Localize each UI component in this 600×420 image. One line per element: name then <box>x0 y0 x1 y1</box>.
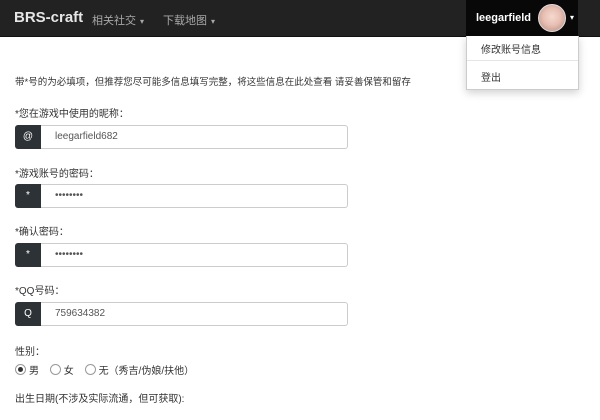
chevron-down-icon: ▾ <box>211 17 216 26</box>
birthday-label: 出生日期(不涉及实际流通，但可获取): <box>15 394 185 405</box>
username: leegarfield <box>476 12 532 24</box>
top-navbar: BRS-craft 相关社交 ▾ 下载地图 ▾ leegarfield ▾ <box>0 0 600 37</box>
brand-logo[interactable]: BRS-craft <box>14 9 83 26</box>
chevron-down-icon: ▾ <box>570 13 575 22</box>
gender-option-male[interactable]: 男 <box>15 362 39 377</box>
form-notice: 带*号的为必填项，但推荐您尽可能多信息填写完整，将这些信息在此处查看 请妥善保管… <box>15 77 411 88</box>
menu-divider <box>467 60 578 61</box>
nickname-input-group: @ leegarfield682 <box>15 125 348 149</box>
nickname-input[interactable]: leegarfield682 <box>41 125 348 149</box>
qq-icon: Q <box>15 302 41 326</box>
menu-item-logout[interactable]: 登出 <box>481 69 501 84</box>
gender-option-label: 男 <box>29 366 39 377</box>
qq-input-group: Q 759634382 <box>15 302 348 326</box>
radio-button[interactable] <box>84 364 96 375</box>
qq-input[interactable]: 759634382 <box>41 302 348 326</box>
gender-radio-group: 男 女 无（秀吉/伪娘/扶他） <box>15 362 202 377</box>
user-menu-toggle[interactable]: leegarfield ▾ <box>466 0 578 36</box>
chevron-down-icon: ▾ <box>140 17 145 26</box>
confirm-password-input[interactable]: •••••••• <box>41 243 348 267</box>
nav-menu-download-map[interactable]: 下载地图 ▾ <box>163 12 215 28</box>
password-input-group: * •••••••• <box>15 184 348 208</box>
confirm-password-label: *确认密码： <box>15 227 69 238</box>
user-dropdown-menu: 修改账号信息 登出 <box>466 36 579 90</box>
password-input[interactable]: •••••••• <box>41 184 348 208</box>
gender-option-label: 女 <box>63 366 74 377</box>
avatar <box>538 4 566 32</box>
gender-option-none[interactable]: 无（秀吉/伪娘/扶他） <box>84 362 195 377</box>
radio-button[interactable] <box>49 364 61 375</box>
password-label: *游戏账号的密码： <box>15 169 99 180</box>
asterisk-icon: * <box>15 243 41 267</box>
nav-menu-download-map-label: 下载地图 <box>163 15 207 27</box>
radio-button[interactable] <box>15 364 26 375</box>
nickname-label: *您在游戏中使用的昵称： <box>15 109 129 120</box>
gender-option-label: 无（秀吉/伪娘/扶他） <box>98 366 195 377</box>
nav-menu-social[interactable]: 相关社交 ▾ <box>92 12 144 28</box>
confirm-password-input-group: * •••••••• <box>15 243 348 267</box>
gender-label: 性别： <box>15 347 45 358</box>
asterisk-icon: * <box>15 184 41 208</box>
menu-item-edit-account[interactable]: 修改账号信息 <box>481 41 541 56</box>
gender-option-female[interactable]: 女 <box>49 362 74 377</box>
nav-menu-social-label: 相关社交 <box>92 15 136 27</box>
at-icon: @ <box>15 125 41 149</box>
qq-label: *QQ号码： <box>15 286 65 297</box>
